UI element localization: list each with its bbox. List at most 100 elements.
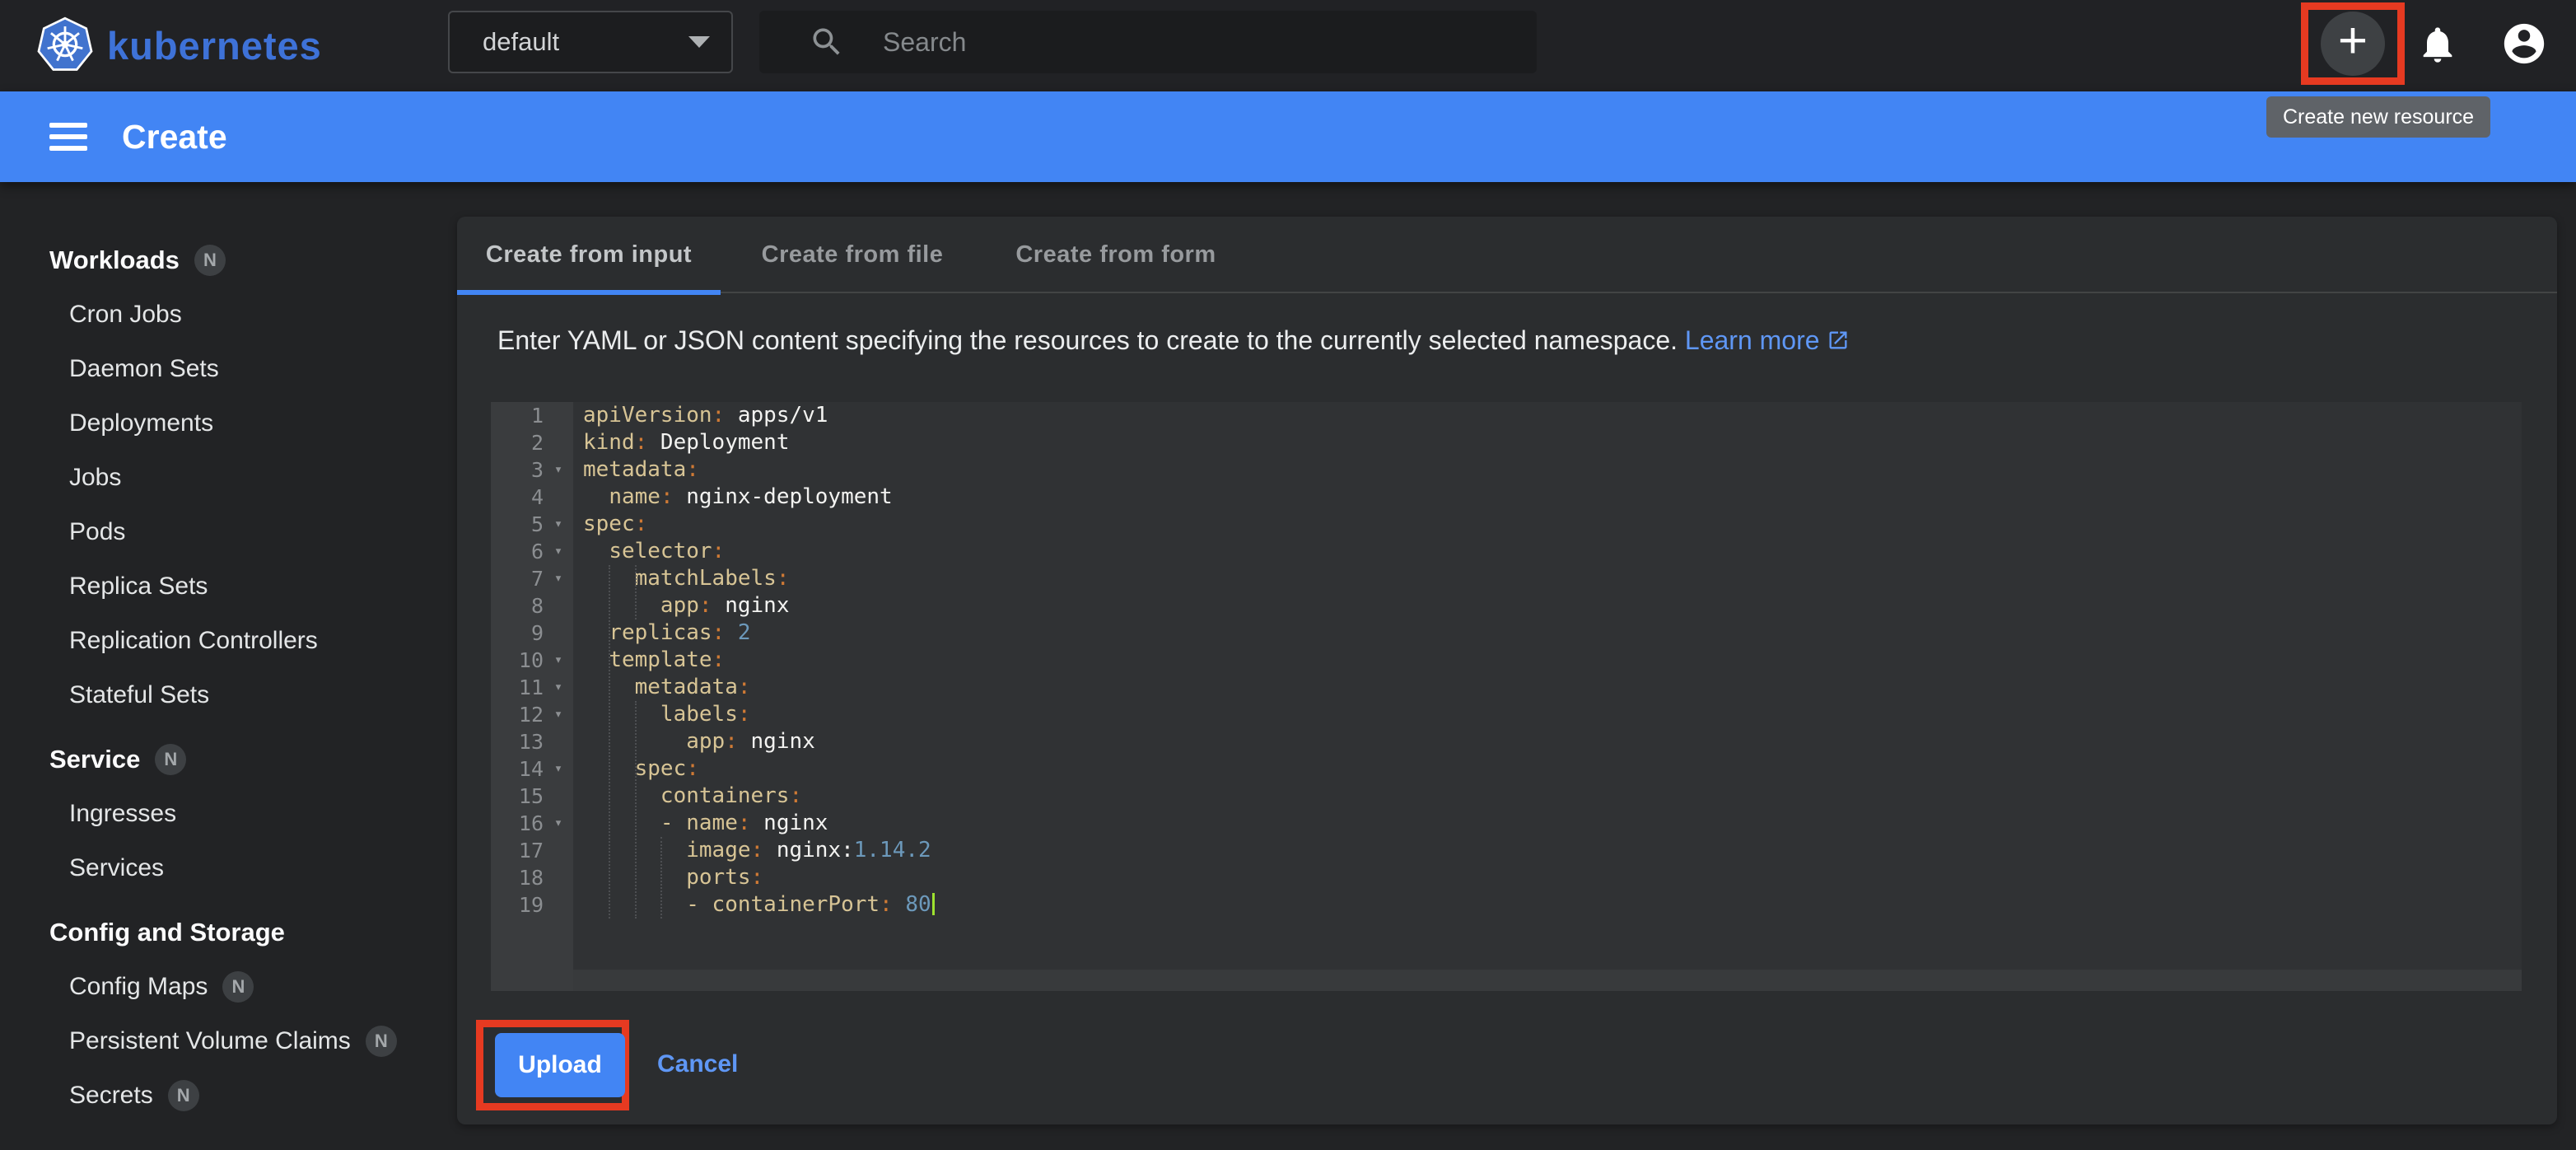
code-line: 8 app: nginx: [491, 592, 2522, 619]
kubernetes-logo-icon: [36, 16, 94, 74]
kubernetes-logo[interactable]: kubernetes: [36, 9, 322, 82]
line-number: 1: [491, 402, 544, 429]
yaml-token: [583, 647, 609, 672]
editor-gutter-cell: 7▾: [491, 565, 573, 592]
tab-create-from-form[interactable]: Create from form: [984, 217, 1248, 293]
sidebar-item-cron-jobs[interactable]: Cron Jobs: [0, 288, 456, 342]
yaml-token: [699, 892, 712, 917]
sidebar-item-pods[interactable]: Pods: [0, 505, 456, 559]
app-bar: Create: [0, 91, 2576, 182]
yaml-token: template: [609, 647, 712, 672]
fold-toggle-icon: [544, 728, 573, 755]
learn-more-link[interactable]: Learn more: [1685, 325, 1850, 355]
tab-create-from-file[interactable]: Create from file: [721, 217, 984, 293]
indent-guide: [635, 565, 637, 619]
yaml-token: kind: [583, 430, 635, 455]
indent-guide: [660, 837, 662, 919]
account-circle-icon[interactable]: [2500, 20, 2548, 68]
sidebar-header-workloads[interactable]: Workloads N: [0, 233, 456, 288]
menu-hamburger-icon[interactable]: [49, 123, 87, 151]
search-bar[interactable]: [759, 11, 1537, 73]
brand-wordmark: kubernetes: [107, 23, 322, 68]
namespaced-badge: N: [194, 245, 226, 276]
description-text: Enter YAML or JSON content specifying th…: [497, 325, 1678, 355]
notifications-bell-icon[interactable]: [2416, 23, 2459, 66]
sidebar-item-secrets[interactable]: SecretsN: [0, 1068, 456, 1123]
chevron-down-icon: [688, 36, 710, 48]
line-number: 2: [491, 429, 544, 456]
yaml-token: :: [725, 729, 738, 754]
yaml-token: nginx-deployment: [674, 484, 893, 509]
line-number: 13: [491, 728, 544, 755]
sidebar-item-deployments[interactable]: Deployments: [0, 396, 456, 451]
code-text: kind: Deployment: [573, 429, 789, 456]
code-line: 1apiVersion: apps/v1: [491, 402, 2522, 429]
tab-create-from-input[interactable]: Create from input: [457, 217, 721, 293]
yaml-editor[interactable]: 1apiVersion: apps/v12 kind: Deployment3▾ m…: [491, 402, 2522, 991]
yaml-token: metadata: [635, 675, 738, 699]
sidebar-item-label: Pods: [69, 518, 125, 546]
fold-toggle-icon: [544, 783, 573, 810]
yaml-token: [674, 811, 687, 835]
cancel-button[interactable]: Cancel: [657, 1050, 738, 1078]
fold-toggle-icon[interactable]: ▾: [544, 755, 573, 783]
sidebar-item-config-maps[interactable]: Config MapsN: [0, 960, 456, 1014]
fold-toggle-icon[interactable]: ▾: [544, 456, 573, 484]
line-number: 18: [491, 864, 544, 891]
namespace-selector[interactable]: default: [448, 11, 733, 73]
editor-gutter-cell: 2: [491, 429, 573, 456]
sidebar-header-config-and-storage[interactable]: Config and Storage: [0, 905, 456, 960]
code-line: 11▾ metadata:: [491, 674, 2522, 701]
fold-toggle-icon[interactable]: ▾: [544, 701, 573, 728]
sidebar-item-persistent-volume-claims[interactable]: Persistent Volume ClaimsN: [0, 1014, 456, 1068]
create-card: Create from input Create from file Create …: [457, 217, 2557, 1124]
sidebar-item-stateful-sets[interactable]: Stateful Sets: [0, 668, 456, 722]
fold-toggle-icon[interactable]: ▾: [544, 565, 573, 592]
fold-toggle-icon[interactable]: ▾: [544, 810, 573, 837]
tab-bar: Create from input Create from file Create …: [457, 217, 2557, 293]
line-number: 14: [491, 755, 544, 783]
upload-button[interactable]: Upload: [495, 1033, 625, 1097]
tab-label: Create from file: [762, 241, 944, 269]
search-input[interactable]: [883, 27, 1517, 58]
yaml-token: app: [686, 729, 725, 754]
editor-horizontal-scrollbar[interactable]: [573, 970, 2522, 991]
kubernetes-dashboard: { "topbar": { "brand": "kubernetes", "na…: [0, 0, 2576, 1150]
yaml-token: :: [880, 892, 893, 917]
fold-toggle-icon[interactable]: ▾: [544, 674, 573, 701]
editor-gutter-cell: 4: [491, 484, 573, 511]
sidebar-item-services[interactable]: Services: [0, 841, 456, 895]
indent-guide: [609, 565, 610, 919]
sidebar-header-service[interactable]: ServiceN: [0, 732, 456, 787]
sidebar-item-jobs[interactable]: Jobs: [0, 451, 456, 505]
sidebar-item-ingresses[interactable]: Ingresses: [0, 787, 456, 841]
line-number: 9: [491, 619, 544, 647]
yaml-token: containerPort: [712, 892, 880, 917]
fold-toggle-icon[interactable]: ▾: [544, 511, 573, 538]
create-description: Enter YAML or JSON content specifying th…: [497, 325, 1850, 356]
sidebar-item-replica-sets[interactable]: Replica Sets: [0, 559, 456, 614]
editor-gutter-cell: 3▾: [491, 456, 573, 484]
line-number: 5: [491, 511, 544, 538]
fold-toggle-icon[interactable]: ▾: [544, 647, 573, 674]
create-new-resource-button[interactable]: +: [2321, 12, 2385, 76]
code-line: 2 kind: Deployment: [491, 429, 2522, 456]
sidebar-header-label: Workloads: [49, 245, 180, 275]
sidebar-item-daemon-sets[interactable]: Daemon Sets: [0, 342, 456, 396]
yaml-token: name: [609, 484, 660, 509]
yaml-token: metadata: [583, 457, 686, 482]
fold-toggle-icon[interactable]: ▾: [544, 538, 573, 565]
line-number: 6: [491, 538, 544, 565]
code-text: - name: nginx: [573, 810, 828, 837]
sidebar-header-label: Config and Storage: [49, 918, 285, 947]
sidebar-item-replication-controllers[interactable]: Replication Controllers: [0, 614, 456, 668]
yaml-token: [583, 783, 660, 808]
yaml-token: ports: [686, 865, 750, 890]
code-line: 5▾spec:: [491, 511, 2522, 538]
sidebar-item-label: Stateful Sets: [69, 681, 209, 709]
code-text: template:: [573, 647, 725, 674]
yaml-token: :: [751, 865, 764, 890]
line-number: 11: [491, 674, 544, 701]
sidebar-item-label: Persistent Volume Claims: [69, 1027, 351, 1055]
code-text: ports:: [573, 864, 763, 891]
